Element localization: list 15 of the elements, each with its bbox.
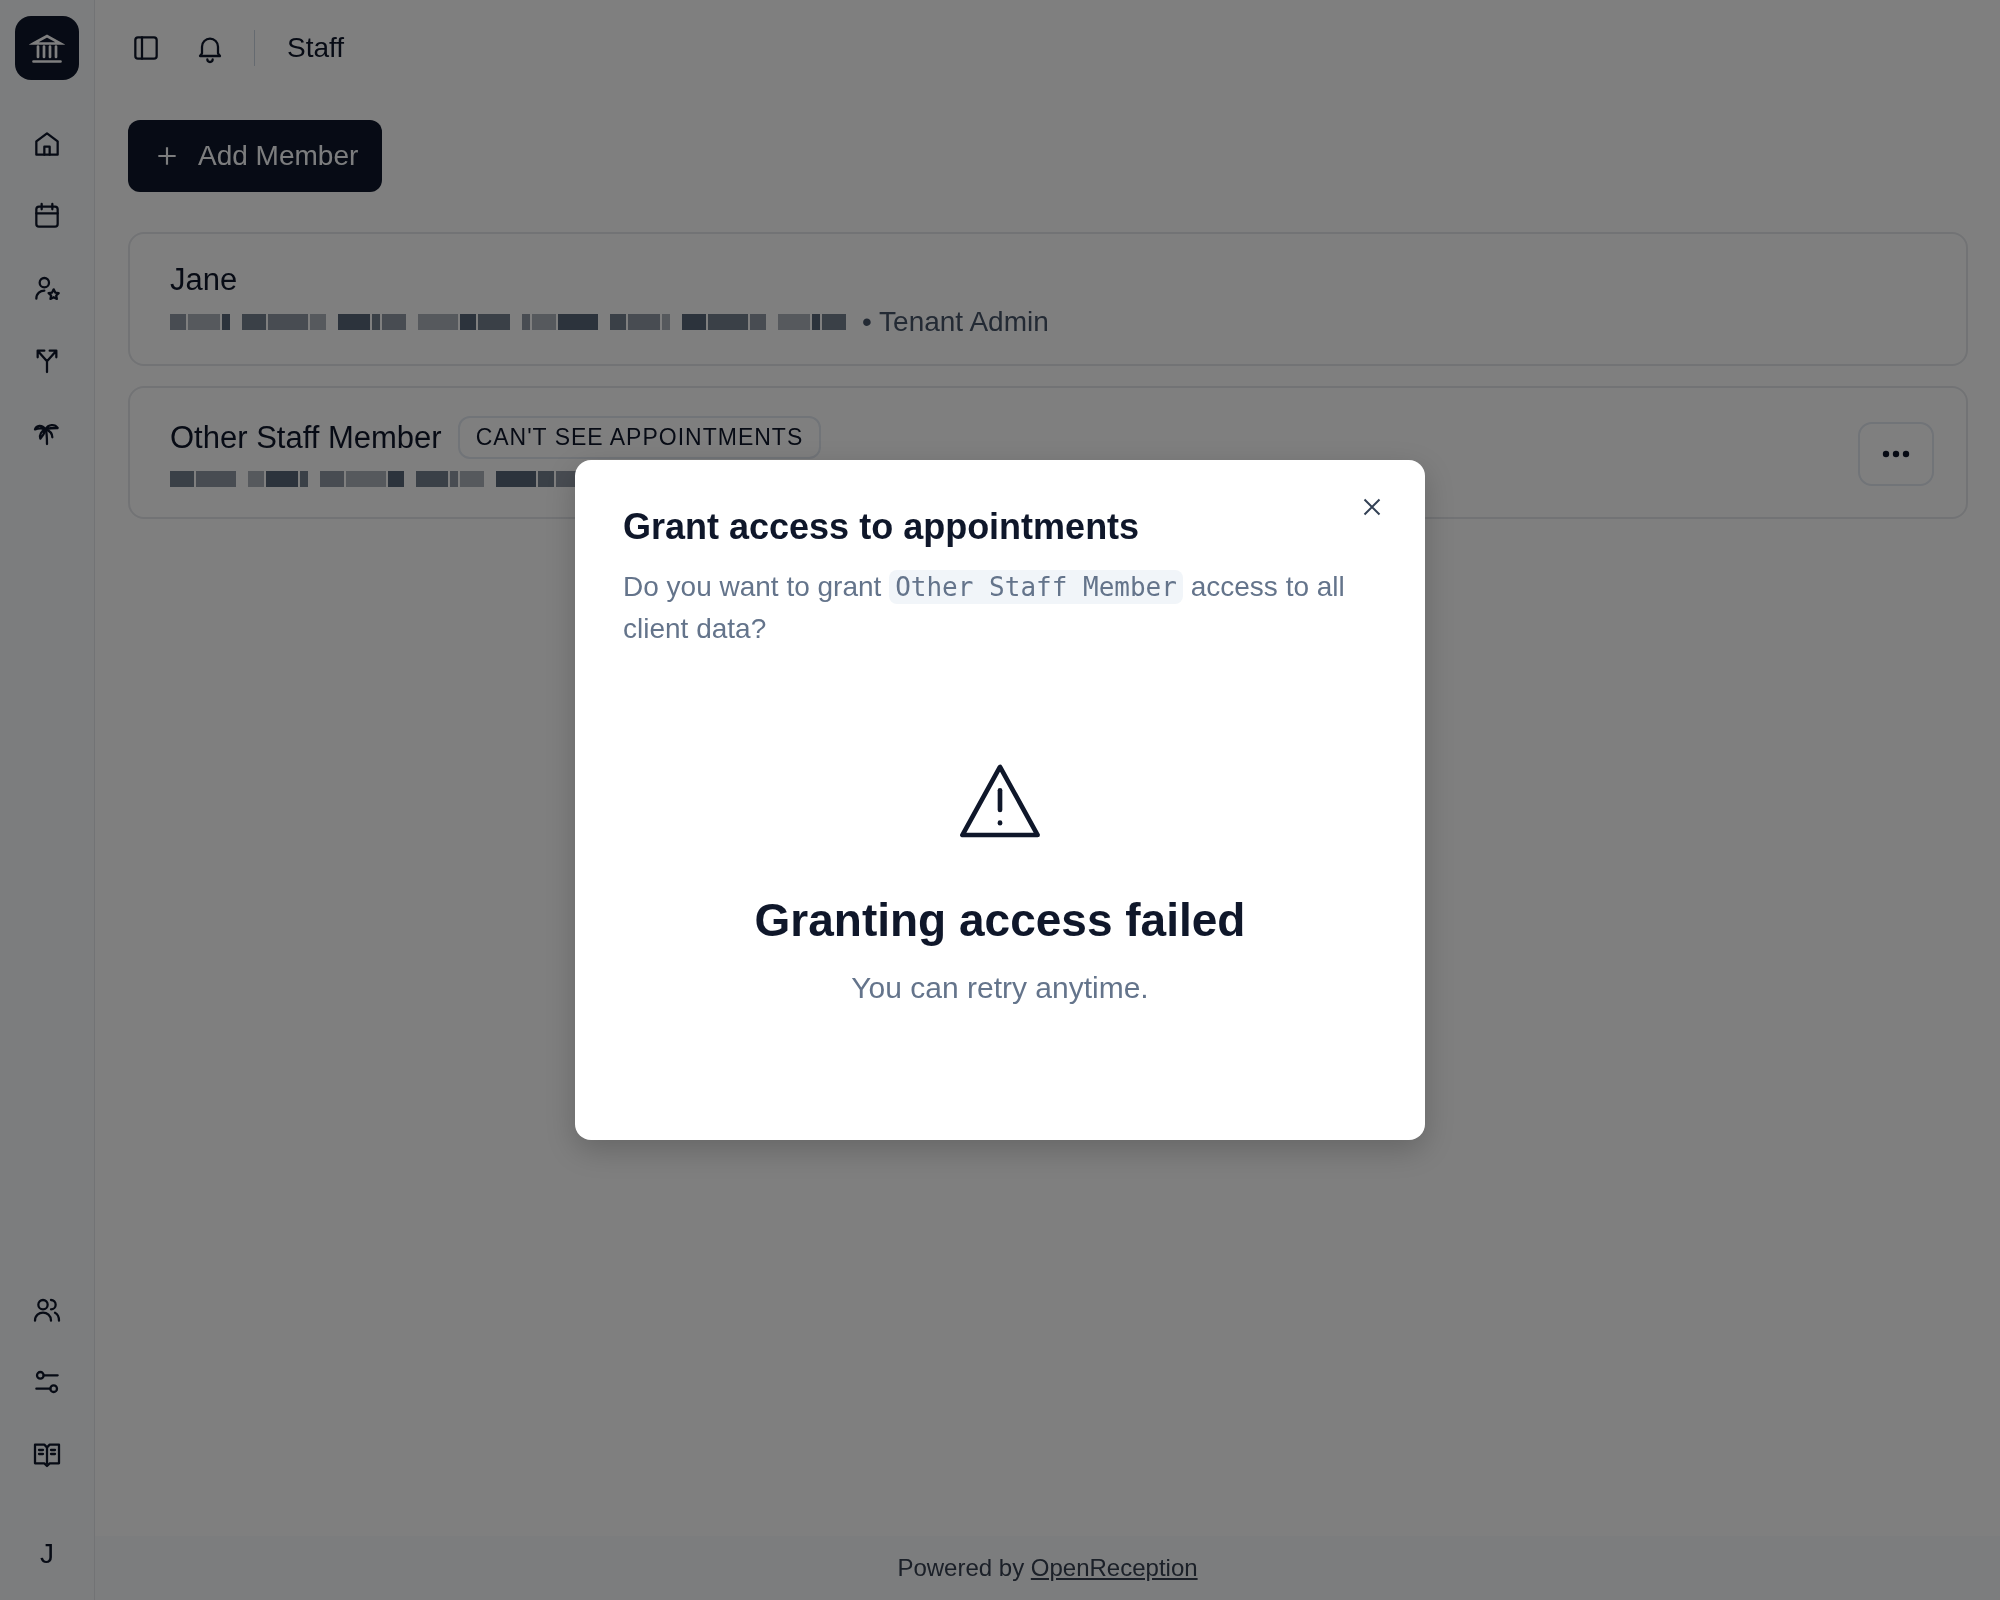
dialog-title: Grant access to appointments <box>623 506 1141 548</box>
more-icon <box>1882 449 1910 458</box>
add-member-button[interactable]: Add Member <box>128 120 383 192</box>
status-title: Granting access failed <box>754 893 1246 947</box>
access-badge: CAN'T SEE APPOINTMENTS <box>457 416 822 459</box>
member-role: • Tenant Admin <box>862 306 1049 338</box>
page-title: Staff <box>287 32 345 64</box>
member-name: Jane <box>170 262 238 298</box>
footer-link[interactable]: OpenReception <box>1030 1554 1198 1581</box>
member-name: Other Staff Member <box>170 419 442 456</box>
user-avatar[interactable]: J <box>19 1526 75 1582</box>
status-text: You can retry anytime. <box>851 971 1149 1005</box>
footer-text: Powered by OpenReception <box>897 1554 1198 1582</box>
dialog-message: Do you want to grant Other Staff Member access to all client data? <box>623 569 1346 646</box>
logo-button[interactable] <box>15 16 79 80</box>
